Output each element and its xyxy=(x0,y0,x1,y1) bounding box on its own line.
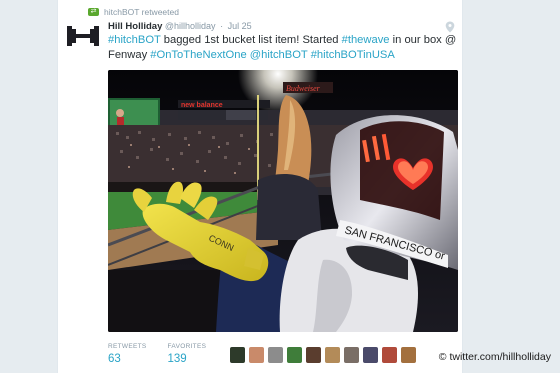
favorites-label: FAVORITES xyxy=(167,343,207,350)
hashtag-link[interactable]: #hitchBOTinUSA xyxy=(311,49,395,61)
favoriter-avatar[interactable] xyxy=(287,347,302,363)
scoreboard-text: Budweiser xyxy=(286,84,321,93)
tweet-stats: RETWEETS 63 FAVORITES 139 xyxy=(108,343,227,365)
tweet-photo[interactable]: new balance Budweiser SAN FRANCISCO or C… xyxy=(108,70,458,332)
sign-text: new balance xyxy=(181,102,223,109)
location-pin-icon[interactable] xyxy=(445,21,455,33)
favoriter-avatar[interactable] xyxy=(363,347,378,363)
favoriter-avatar[interactable] xyxy=(401,347,416,363)
retweet-label: hitchBOT retweeted xyxy=(104,7,179,17)
favoriter-avatar[interactable] xyxy=(268,347,283,363)
hashtag-link[interactable]: #thewave xyxy=(342,34,390,46)
favoriter-avatar[interactable] xyxy=(249,347,264,363)
source-credit: © twitter.com/hillholliday xyxy=(438,351,551,363)
tweet-text-segment: bagged 1st bucket list item! Started xyxy=(160,34,342,46)
tweet-text: #hitchBOT bagged 1st bucket list item! S… xyxy=(108,33,458,63)
author-name[interactable]: Hill Holliday xyxy=(108,21,162,32)
favoriter-avatars xyxy=(230,347,420,363)
favoriter-avatar[interactable] xyxy=(230,347,245,363)
author-avatar[interactable] xyxy=(67,24,99,48)
header-separator: · xyxy=(220,21,224,31)
retweets-count: 63 xyxy=(108,353,121,365)
retweet-context[interactable]: ⇄ hitchBOT retweeted xyxy=(88,6,179,18)
hashtag-link[interactable]: #hitchBOT xyxy=(108,34,161,46)
favoriter-avatar[interactable] xyxy=(306,347,321,363)
favoriter-avatar[interactable] xyxy=(325,347,340,363)
favoriter-avatar[interactable] xyxy=(344,347,359,363)
author-handle[interactable]: @hillholliday xyxy=(165,21,216,31)
tweet-header: Hill Holliday @hillholliday · Jul 25 xyxy=(108,21,252,32)
favorites-count: 139 xyxy=(167,353,187,365)
mention-link[interactable]: @hitchBOT xyxy=(250,49,308,61)
retweets-label: RETWEETS xyxy=(108,343,147,350)
favorites-stat[interactable]: FAVORITES 139 xyxy=(168,343,207,365)
favoriter-avatar[interactable] xyxy=(382,347,397,363)
tweet-date[interactable]: Jul 25 xyxy=(228,21,252,31)
retweets-stat[interactable]: RETWEETS 63 xyxy=(108,343,147,365)
tweet-card: ⇄ hitchBOT retweeted Hill Holliday @hill… xyxy=(57,0,463,373)
hashtag-link[interactable]: #OnToTheNextOne xyxy=(150,49,246,61)
retweet-icon: ⇄ xyxy=(88,8,99,16)
photo-scene: new balance Budweiser SAN FRANCISCO or C… xyxy=(108,70,458,332)
